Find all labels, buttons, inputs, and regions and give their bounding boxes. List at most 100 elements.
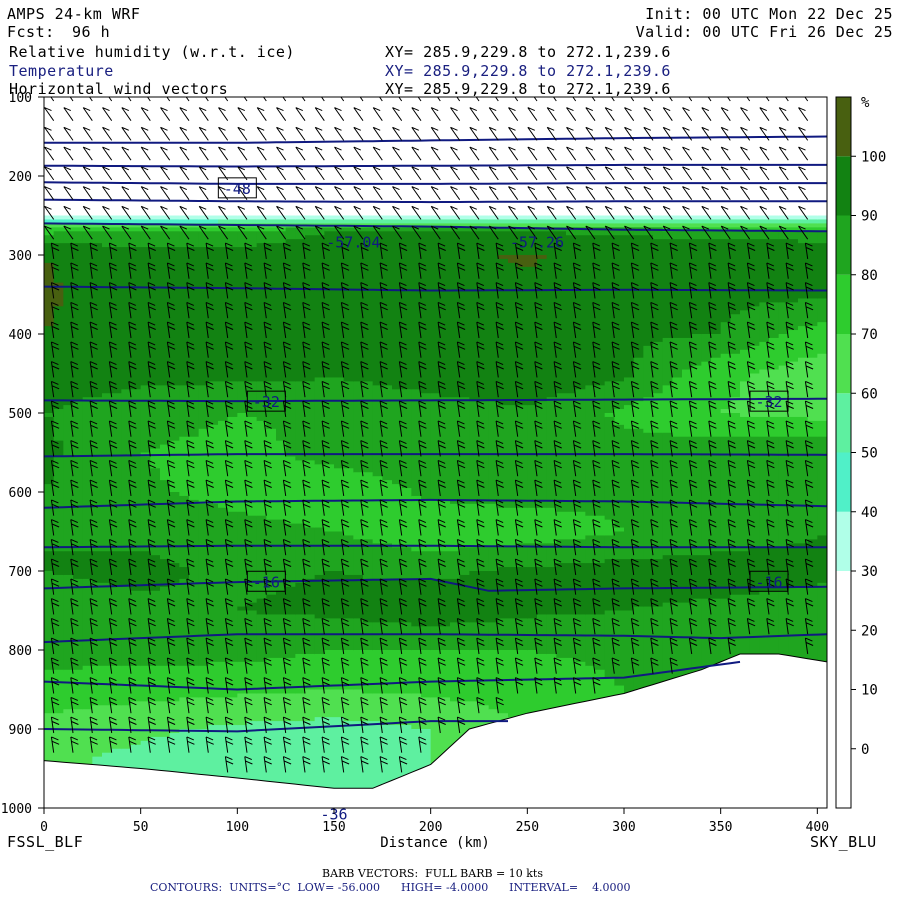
rh-cell (440, 397, 451, 501)
rh-cell (595, 614, 606, 671)
rh-cell (614, 223, 625, 228)
rh-cell (575, 539, 586, 564)
rh-cell (401, 488, 412, 548)
rh-cell (788, 223, 799, 228)
rh-cell (730, 314, 741, 355)
rh-cell (556, 215, 567, 221)
rh-cell (382, 227, 393, 232)
rh-cell (102, 231, 113, 248)
rh-cell (759, 219, 770, 224)
rh-cell (111, 97, 122, 217)
rh-cell (73, 231, 84, 244)
rh-cell (53, 97, 64, 217)
rh-cell (189, 215, 200, 221)
rh-cell (769, 97, 780, 217)
rh-cell (498, 567, 509, 619)
rh-cell (711, 334, 722, 359)
rh-cell (479, 401, 490, 505)
rh-cell (459, 97, 470, 217)
rh-cell (807, 326, 818, 359)
rh-cell (189, 665, 200, 698)
rh-cell (247, 247, 258, 382)
rh-cell (382, 219, 393, 224)
rh-cell (556, 614, 567, 659)
rh-cell (324, 215, 335, 221)
rh-cell (92, 551, 103, 584)
rh-cell (353, 574, 364, 619)
rh-cell (769, 231, 780, 240)
rh-cell (807, 436, 818, 540)
rh-cell (237, 610, 248, 663)
rh-cell (537, 258, 548, 402)
rh-cell (92, 227, 103, 232)
colorbar-tick-label: 0 (861, 742, 869, 758)
rh-cell (111, 393, 122, 552)
rh-cell (189, 97, 200, 217)
rh-cell (305, 381, 316, 461)
rh-cell (401, 219, 412, 224)
rh-cell (788, 302, 799, 331)
rh-cell (788, 97, 799, 217)
rh-cell (769, 215, 780, 221)
rh-cell (169, 215, 180, 221)
rh-cell (247, 219, 258, 224)
rh-cell (266, 614, 277, 659)
rh-cell (479, 97, 490, 217)
rh-cell (363, 578, 374, 623)
rh-cell (575, 97, 586, 217)
rh-cell (711, 97, 722, 217)
rh-cell (788, 436, 799, 544)
colorbar-swatch (836, 156, 851, 216)
rh-cell (53, 574, 64, 671)
rh-cell (691, 555, 702, 600)
rh-cell (498, 219, 509, 224)
rh-cell (817, 97, 827, 217)
rh-cell (653, 215, 664, 221)
rh-cell (691, 215, 702, 221)
rh-cell (749, 345, 760, 375)
rh-cell (363, 650, 374, 695)
rh-cell (691, 239, 702, 335)
rh-cell (807, 231, 818, 244)
rh-cell (537, 255, 548, 260)
rh-cell (575, 389, 586, 513)
rh-cell (227, 416, 238, 513)
rh-cell (566, 219, 577, 224)
rh-cell (169, 227, 180, 232)
colorbar-swatch (836, 215, 851, 275)
rh-cell (527, 255, 538, 268)
rh-cell (817, 298, 827, 323)
rh-cell (314, 219, 325, 224)
rh-cell (401, 231, 412, 390)
rh-cell (537, 219, 548, 224)
x-tick-label: 250 (516, 820, 539, 835)
rh-cell (595, 219, 606, 224)
rh-cell (749, 231, 760, 240)
rh-cell (691, 219, 702, 224)
rh-cell (44, 484, 55, 552)
rh-cell (459, 650, 470, 702)
rh-cell (285, 381, 296, 458)
rh-cell (411, 219, 422, 224)
rh-cell (392, 484, 403, 548)
rh-cell (247, 215, 258, 221)
rh-cell (121, 231, 132, 248)
rh-cell (53, 227, 64, 232)
rh-cell (459, 574, 470, 623)
cross-section-chart: -48-57.04 -57.26-32 -32-16 -16-36 0 50 100 150… (1, 91, 887, 851)
colorbar-tick-label: 60 (861, 386, 878, 402)
x-tick-label: 350 (709, 820, 732, 835)
rh-cell (817, 219, 827, 224)
rh-cell (633, 97, 644, 217)
rh-cell (556, 219, 567, 224)
rh-cell (595, 215, 606, 221)
x-tick-label: 50 (133, 820, 149, 835)
rh-cell (140, 385, 151, 454)
rh-cell (440, 626, 451, 651)
rh-cell (285, 614, 296, 659)
contour-label: -57.26 (510, 234, 564, 252)
rh-cell (488, 231, 499, 402)
rh-cell (324, 650, 335, 691)
rh-cell (285, 693, 296, 722)
rh-cell (343, 689, 354, 722)
